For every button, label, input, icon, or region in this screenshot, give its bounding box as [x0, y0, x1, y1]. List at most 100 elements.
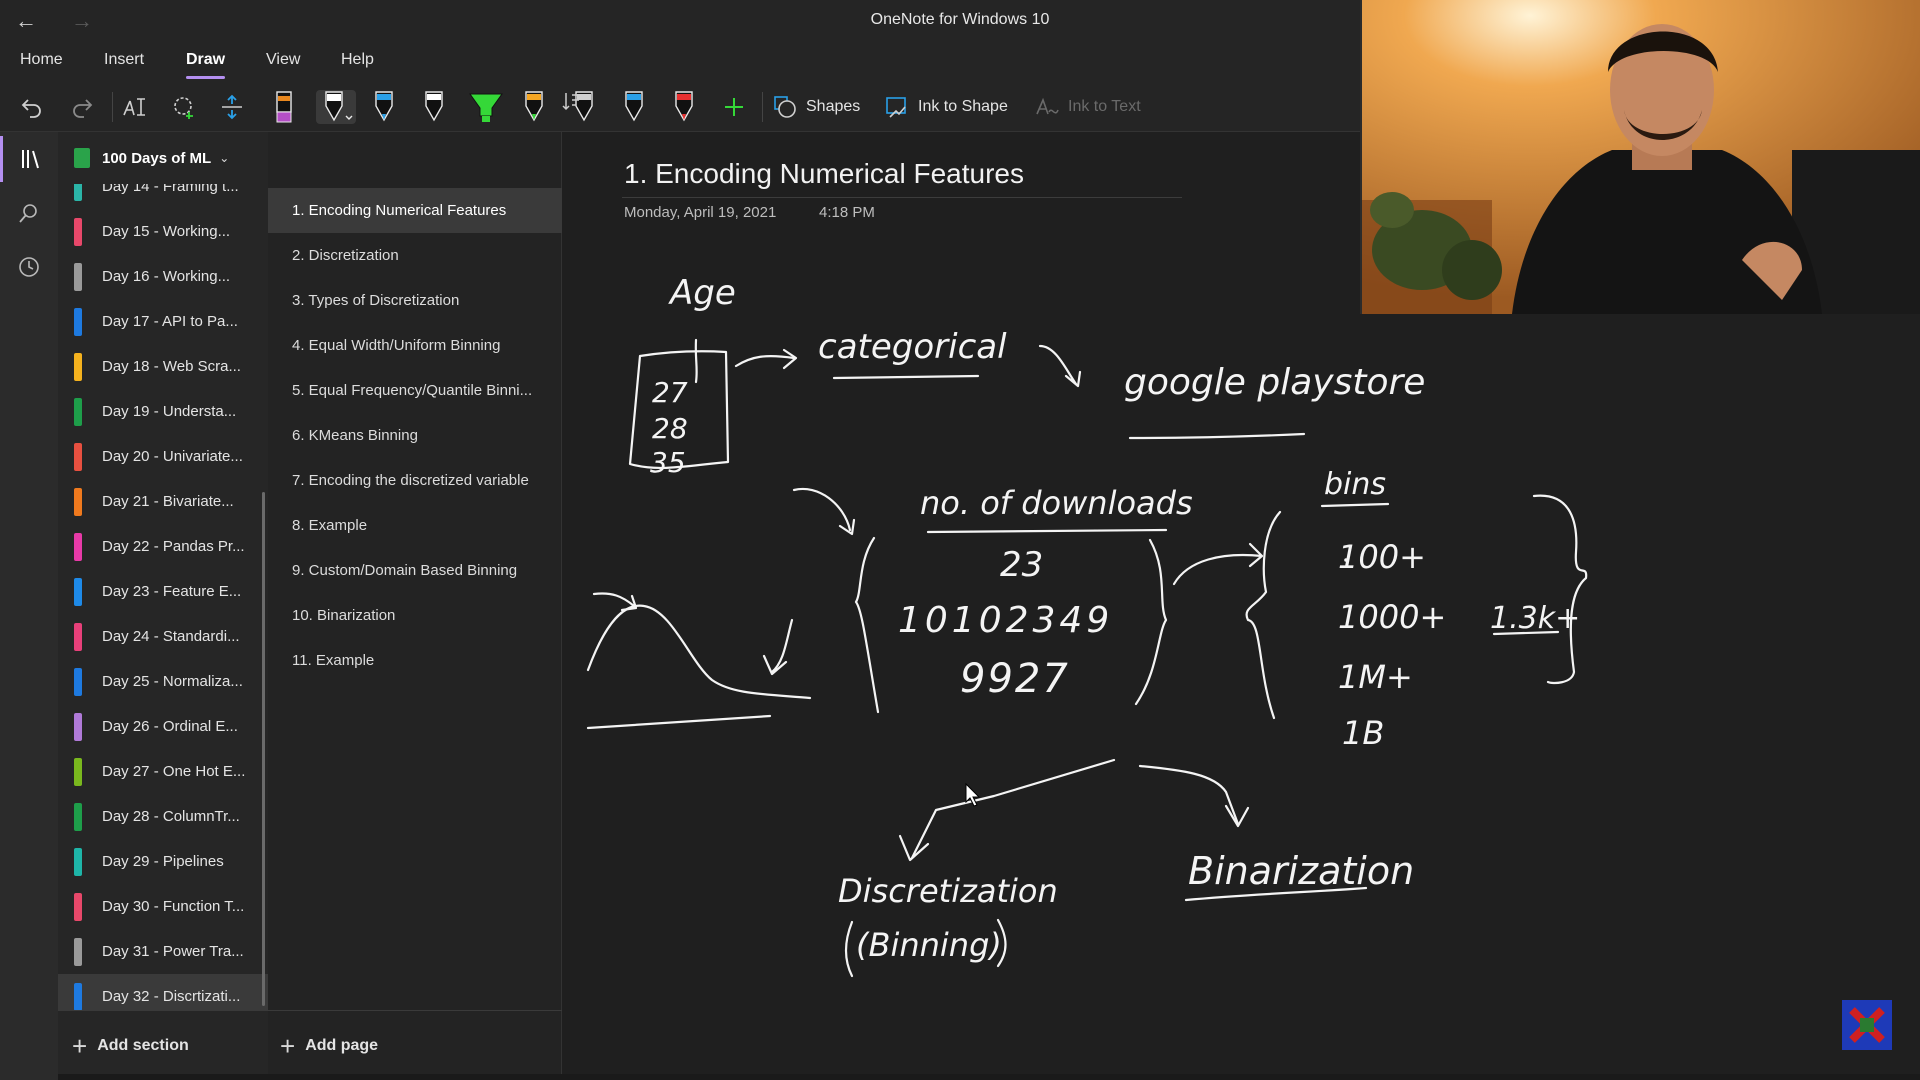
section-color-tab [74, 982, 82, 1010]
section-list: Day 14 - Framing t... Day 15 - Working...… [58, 184, 268, 1010]
section-label: Day 20 - Univariate... [102, 448, 243, 465]
notebook-icon [74, 148, 90, 168]
section-item[interactable]: Day 14 - Framing t... [58, 184, 268, 209]
highlighter-green[interactable] [466, 90, 506, 124]
section-item[interactable]: Day 22 - Pandas Pr... [58, 524, 268, 569]
ink-to-shape-button[interactable]: Ink to Shape [884, 90, 1008, 124]
search-icon[interactable] [0, 190, 58, 236]
pencil-blue[interactable] [618, 90, 650, 124]
page-item[interactable]: 7. Encoding the discretized variable [268, 458, 562, 503]
section-label: Day 14 - Framing t... [102, 184, 239, 195]
undo-button[interactable] [14, 90, 50, 124]
sort-pages-icon[interactable] [562, 90, 584, 117]
tab-draw[interactable]: Draw [186, 51, 226, 79]
plus-icon [725, 98, 743, 116]
distribution-curve [586, 604, 812, 700]
page-item[interactable]: 1. Encoding Numerical Features [268, 188, 562, 233]
ink-bin-value: 1000+ [1338, 598, 1446, 636]
section-scrollbar[interactable] [262, 492, 265, 1006]
ink-stroke [898, 834, 930, 862]
section-item[interactable]: Day 30 - Function T... [58, 884, 268, 929]
section-label: Day 15 - Working... [102, 223, 231, 240]
presenter-video [1362, 0, 1920, 314]
ink-downloads: no. of downloads [920, 484, 1193, 522]
plus-icon: + [280, 1030, 296, 1061]
pages-pane: 1. Encoding Numerical Features 2. Discret… [268, 93, 582, 1080]
page-item[interactable]: 9. Custom/Domain Based Binning [268, 548, 562, 593]
ink-categorical: categorical [818, 327, 1007, 367]
page-item[interactable]: 2. Discretization [268, 233, 562, 278]
section-label: Day 32 - Discrtizati... [102, 988, 241, 1005]
section-item[interactable]: Day 23 - Feature E... [58, 569, 268, 614]
section-item[interactable]: Day 26 - Ordinal E... [58, 704, 268, 749]
pen-red[interactable] [668, 90, 700, 124]
notebook-picker[interactable]: 100 Days of ML ⌄ [58, 132, 268, 184]
tab-home[interactable]: Home [20, 51, 63, 69]
section-item[interactable]: Day 28 - ColumnTr... [58, 794, 268, 839]
undo-icon [21, 99, 41, 118]
section-item[interactable]: Day 32 - Discrtizati... [58, 974, 268, 1010]
ink-to-shape-label: Ink to Shape [918, 98, 1008, 115]
shapes-button[interactable]: Shapes [772, 90, 860, 124]
ink-to-text-button[interactable]: Ink to Text [1034, 90, 1141, 124]
notebooks-icon[interactable] [0, 136, 58, 182]
section-item[interactable]: Day 29 - Pipelines [58, 839, 268, 884]
section-item[interactable]: Day 24 - Standardi... [58, 614, 268, 659]
section-label: Day 28 - ColumnTr... [102, 808, 240, 825]
ink-binning: (Binning) [856, 926, 1002, 964]
page-item[interactable]: 5. Equal Frequency/Quantile Binni... [268, 368, 562, 413]
arrow-down-stroke [792, 487, 856, 536]
section-item[interactable]: Day 20 - Univariate... [58, 434, 268, 479]
section-color-tab [74, 184, 82, 201]
page-item[interactable]: 11. Example [268, 638, 562, 683]
tab-insert[interactable]: Insert [104, 51, 144, 69]
section-color-tab [74, 532, 82, 561]
pen-icon [675, 91, 693, 122]
section-item[interactable]: Day 15 - Working... [58, 209, 268, 254]
add-page-button[interactable]: + Add page [268, 1010, 562, 1080]
ink-playstore: google playstore [1124, 362, 1425, 403]
section-item[interactable]: Day 16 - Working... [58, 254, 268, 299]
tab-view[interactable]: View [266, 51, 300, 69]
add-space-button[interactable] [214, 90, 250, 124]
page-item[interactable]: 4. Equal Width/Uniform Binning [268, 323, 562, 368]
section-item[interactable]: Day 19 - Understa... [58, 389, 268, 434]
ink-bin-value: 1B [1342, 714, 1384, 752]
notebook-name: 100 Days of ML [102, 149, 212, 167]
section-item[interactable]: Day 27 - One Hot E... [58, 749, 268, 794]
ink-age-value: 35 [650, 446, 686, 479]
section-item[interactable]: Day 31 - Power Tra... [58, 929, 268, 974]
section-item[interactable]: Day 25 - Normaliza... [58, 659, 268, 704]
section-color-tab [74, 217, 82, 246]
section-item[interactable]: Day 18 - Web Scra... [58, 344, 268, 389]
add-section-button[interactable]: + Add section [58, 1010, 268, 1080]
tab-help[interactable]: Help [341, 51, 374, 69]
pen-amber[interactable] [518, 90, 550, 124]
section-item[interactable]: Day 17 - API to Pa... [58, 299, 268, 344]
redo-icon [73, 99, 93, 118]
section-color-tab [74, 487, 82, 516]
page-item[interactable]: 3. Types of Discretization [268, 278, 562, 323]
recent-notes-icon[interactable] [0, 244, 58, 290]
right-brace-stroke [1134, 538, 1168, 706]
page-item[interactable]: 10. Binarization [268, 593, 562, 638]
pen-orange[interactable] [268, 90, 300, 124]
lasso-select-button[interactable] [166, 90, 202, 124]
section-color-tab [74, 847, 82, 876]
page-item[interactable]: 8. Example [268, 503, 562, 548]
add-pen-button[interactable] [718, 90, 750, 124]
pen-white[interactable] [418, 90, 450, 124]
section-item[interactable]: Day 21 - Bivariate... [58, 479, 268, 524]
page-item[interactable]: 6. KMeans Binning [268, 413, 562, 458]
pen-blue[interactable] [368, 90, 400, 124]
bins-right-brace [1532, 494, 1588, 685]
section-color-tab [74, 352, 82, 381]
section-label: Day 31 - Power Tra... [102, 943, 244, 960]
section-color-tab [74, 667, 82, 696]
type-select-button[interactable] [116, 90, 152, 124]
pen-white-selected[interactable] [316, 90, 356, 124]
section-label: Day 29 - Pipelines [102, 853, 224, 870]
ink-discretization: Discretization [838, 872, 1058, 910]
section-color-tab [74, 262, 82, 291]
redo-button[interactable] [64, 90, 100, 124]
